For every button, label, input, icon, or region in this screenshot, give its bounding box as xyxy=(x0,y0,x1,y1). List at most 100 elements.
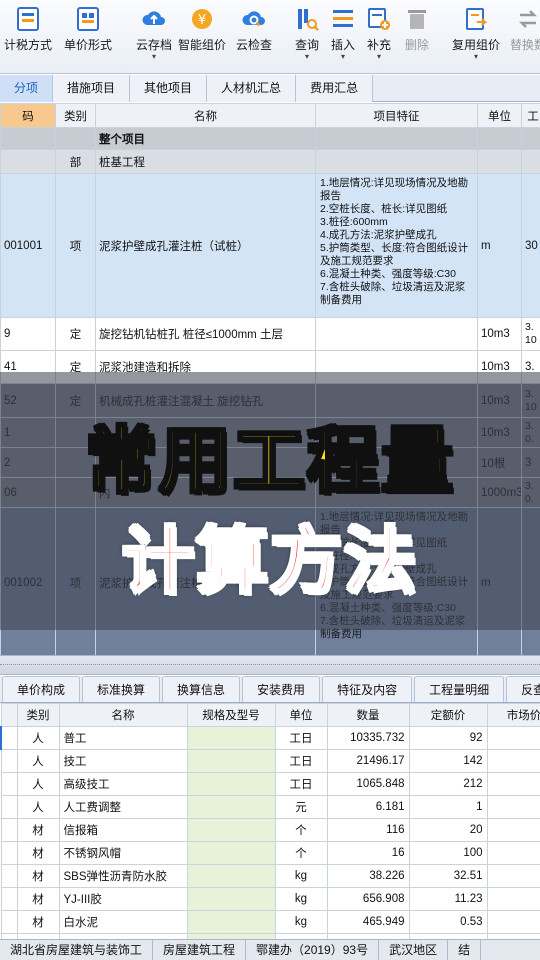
market-price-cell[interactable] xyxy=(486,749,540,773)
grid1-header[interactable]: 项目特征 xyxy=(315,103,478,128)
bill-row[interactable]: 部桩基工程 xyxy=(0,149,540,174)
tab-4[interactable]: 费用汇总 xyxy=(296,75,374,102)
quantity-cell[interactable]: 1065.848 xyxy=(326,772,410,796)
grid1-header[interactable]: 类别 xyxy=(55,103,96,128)
resource-row[interactable]: 人高级技工 工日 1065.848 212 xyxy=(0,772,540,796)
resource-name-cell[interactable]: 高级技工 xyxy=(58,772,188,796)
market-price-cell[interactable]: 12 xyxy=(486,887,540,911)
tab-2[interactable]: 其他项目 xyxy=(130,75,208,102)
resource-row[interactable]: 材不锈钢风帽 个 16 100 xyxy=(0,841,540,865)
tab-3[interactable]: 人材机汇总 xyxy=(207,75,297,102)
bill-row[interactable]: 9 定旋挖钻机钻桩孔 桩径≤1000mm 土层 10m3 3. 10 xyxy=(0,317,540,351)
toolbar-button-3[interactable]: ¥ 智能组价 xyxy=(178,6,226,68)
qty-cell[interactable]: 3. xyxy=(521,350,540,384)
toolbar-button-8[interactable]: 删除 xyxy=(404,6,430,68)
resource-name-cell[interactable]: 普工 xyxy=(58,726,188,750)
unit-cell[interactable]: kg xyxy=(274,887,328,911)
code-cell[interactable]: 001001 xyxy=(0,173,56,318)
resource-name-cell[interactable]: 技工 xyxy=(58,749,188,773)
unit-cell[interactable]: 10m3 xyxy=(477,317,522,351)
category-cell[interactable]: 人 xyxy=(16,749,60,773)
resource-name-cell[interactable]: 人工费调整 xyxy=(58,795,188,819)
row-marker[interactable] xyxy=(0,910,18,934)
market-price-cell[interactable]: 0 xyxy=(486,910,540,934)
toolbar-button-5[interactable]: 查询 ▾ xyxy=(294,6,320,68)
detail-tab-2[interactable]: 换算信息 xyxy=(162,676,241,702)
type-cell[interactable]: 定 xyxy=(55,350,96,384)
market-price-cell[interactable] xyxy=(486,772,540,796)
grid2-header[interactable]: 名称 xyxy=(58,703,188,727)
quota-price-cell[interactable]: 1 xyxy=(408,795,488,819)
quota-price-cell[interactable]: 20 xyxy=(408,818,488,842)
quota-price-cell[interactable]: 92 xyxy=(408,726,488,750)
detail-tab-0[interactable]: 单价构成 xyxy=(2,676,81,702)
type-cell[interactable]: 项 xyxy=(55,173,96,318)
resource-name-cell[interactable]: SBS弹性沥青防水胶 xyxy=(58,864,188,888)
quota-price-cell[interactable]: 142 xyxy=(408,749,488,773)
row-marker[interactable] xyxy=(0,864,18,888)
toolbar-button-10[interactable]: 替换数 xyxy=(510,6,540,68)
grid2-header[interactable]: 定额价 xyxy=(408,703,488,727)
code-cell[interactable]: 41 xyxy=(0,350,56,384)
market-price-cell[interactable] xyxy=(486,841,540,865)
grid1-header[interactable]: 单位 xyxy=(477,103,522,128)
toolbar-button-9[interactable]: 复用组价 ▾ xyxy=(452,6,500,68)
type-cell[interactable] xyxy=(55,127,96,150)
category-cell[interactable]: 材 xyxy=(16,864,60,888)
spec-model-cell[interactable] xyxy=(186,910,276,934)
spec-cell[interactable] xyxy=(315,127,478,150)
quantity-cell[interactable]: 10335.732 xyxy=(326,726,410,750)
unit-cell[interactable]: 个 xyxy=(274,841,328,865)
quota-price-cell[interactable]: 0.53 xyxy=(408,910,488,934)
grid1-header[interactable]: 名称 xyxy=(95,103,316,128)
unit-cell[interactable]: 工日 xyxy=(274,749,328,773)
qty-cell[interactable]: 3. 10 xyxy=(521,317,540,351)
unit-cell[interactable]: 工日 xyxy=(274,772,328,796)
grid2-header[interactable]: 单位 xyxy=(274,703,328,727)
detail-tab-4[interactable]: 特征及内容 xyxy=(322,676,413,702)
toolbar-button-1[interactable]: 单价形式 xyxy=(64,6,112,68)
resource-row[interactable]: 人普工 工日 10335.732 92 xyxy=(0,726,540,750)
name-cell[interactable]: 旋挖钻机钻桩孔 桩径≤1000mm 土层 xyxy=(95,317,316,351)
resource-row[interactable]: 材YJ-III胶 kg656.90811.2312 xyxy=(0,887,540,911)
code-cell[interactable] xyxy=(0,127,56,150)
unit-cell[interactable]: kg xyxy=(274,864,328,888)
grid1-header[interactable]: 码 xyxy=(0,103,56,128)
resource-name-cell[interactable]: 不锈钢风帽 xyxy=(58,841,188,865)
unit-cell[interactable]: 元 xyxy=(274,795,328,819)
quota-price-cell[interactable]: 212 xyxy=(408,772,488,796)
spec-model-cell[interactable] xyxy=(186,749,276,773)
quota-price-cell[interactable]: 11.23 xyxy=(408,887,488,911)
quantity-cell[interactable]: 116 xyxy=(326,818,410,842)
category-cell[interactable]: 材 xyxy=(16,910,60,934)
unit-cell[interactable]: 个 xyxy=(274,818,328,842)
unit-cell[interactable] xyxy=(477,149,522,174)
spec-model-cell[interactable] xyxy=(186,841,276,865)
grid2-header[interactable]: 规格及型号 xyxy=(186,703,276,727)
unit-cell[interactable] xyxy=(477,127,522,150)
row-marker[interactable] xyxy=(0,772,18,796)
quantity-cell[interactable]: 656.908 xyxy=(326,887,410,911)
market-price-cell[interactable] xyxy=(486,818,540,842)
unit-cell[interactable]: kg xyxy=(274,910,328,934)
name-cell[interactable]: 整个项目 xyxy=(95,127,316,150)
unit-cell[interactable]: 工日 xyxy=(274,726,328,750)
unit-cell[interactable]: m xyxy=(477,173,522,318)
resource-row[interactable]: 人技工 工日 21496.17 142 xyxy=(0,749,540,773)
category-cell[interactable]: 人 xyxy=(16,726,60,750)
resource-row[interactable]: 材白水泥 kg465.9490.530 xyxy=(0,910,540,934)
detail-tab-5[interactable]: 工程量明细 xyxy=(414,676,505,702)
tab-0[interactable]: 分项 xyxy=(0,75,54,102)
toolbar-button-4[interactable]: 云检查 xyxy=(236,6,272,68)
row-marker[interactable] xyxy=(0,841,18,865)
row-marker[interactable] xyxy=(0,887,18,911)
market-price-cell[interactable] xyxy=(486,726,540,750)
toolbar-button-2[interactable]: 云存档 ▾ xyxy=(136,6,172,68)
unit-cell[interactable]: 10m3 xyxy=(477,350,522,384)
spec-cell[interactable] xyxy=(315,149,478,174)
market-price-cell[interactable]: 33 xyxy=(486,864,540,888)
spec-cell[interactable] xyxy=(315,317,478,351)
type-cell[interactable]: 定 xyxy=(55,317,96,351)
resource-row[interactable]: 材信报箱 个 116 20 xyxy=(0,818,540,842)
category-cell[interactable]: 材 xyxy=(16,818,60,842)
